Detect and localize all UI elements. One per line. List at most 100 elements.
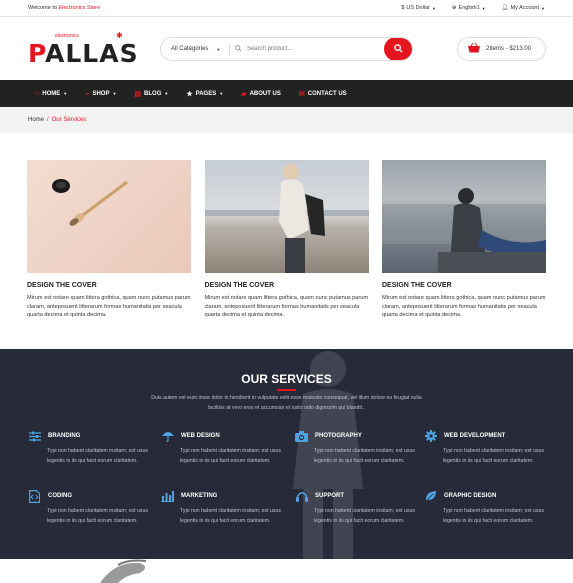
service-title: GRAPHIC DESIGN bbox=[444, 493, 497, 499]
breadcrumb: Home / Our Services bbox=[0, 107, 573, 133]
cart-button[interactable]: 2Items - $213.00 bbox=[457, 37, 546, 61]
nav-item-blog[interactable]: ▤ BLOG ▼ bbox=[134, 90, 168, 98]
welcome-brand: Electronics Store bbox=[58, 5, 101, 11]
card-text: Mirum est notare quam littera gothica, q… bbox=[27, 295, 191, 318]
card-title[interactable]: DESIGN THE COVER bbox=[27, 282, 191, 289]
service-text: Typi non habent claritatem insitam; est … bbox=[443, 508, 544, 524]
account-label: My Account bbox=[510, 5, 540, 11]
search-input[interactable] bbox=[247, 46, 384, 52]
sliders-icon bbox=[27, 429, 42, 443]
service-title: WEB DEVELOPMENT bbox=[444, 433, 506, 439]
book-icon: ▤ bbox=[134, 90, 142, 98]
nav-item-contact[interactable]: ✉ CONTACT US bbox=[299, 90, 347, 98]
breadcrumb-home[interactable]: Home bbox=[28, 117, 44, 123]
nav-label: ABOUT US bbox=[249, 90, 281, 97]
logo-rest: ALLAS bbox=[45, 38, 139, 68]
hand-image bbox=[100, 559, 147, 583]
card-image-city-view[interactable] bbox=[382, 160, 546, 273]
category-select[interactable]: All Categories ▼ bbox=[161, 38, 229, 60]
search-bar: All Categories ▼ bbox=[160, 37, 413, 61]
chevron-down-icon: ▼ bbox=[112, 91, 117, 96]
service-cards: DESIGN THE COVER Mirum est notare quam l… bbox=[27, 160, 546, 320]
nav-label: HOME bbox=[42, 90, 61, 97]
currency-label: US Dollar bbox=[406, 5, 430, 11]
service-text: Typi non habent claritatem insitam; est … bbox=[180, 448, 281, 464]
language-label: English1 bbox=[458, 5, 480, 11]
nav-item-about[interactable]: ▰ ABOUT US bbox=[241, 90, 281, 98]
nav-label: BLOG bbox=[144, 90, 162, 97]
nav-item-shop[interactable]: ◒ SHOP ▼ bbox=[85, 90, 116, 97]
language-dropdown[interactable]: ⊕ English1 ▼ bbox=[452, 5, 486, 11]
logo-p: P bbox=[28, 38, 46, 68]
headset-icon bbox=[294, 489, 309, 503]
currency-dropdown[interactable]: $ US Dollar ▼ bbox=[401, 5, 436, 11]
service-item-marketing: MARKETING Typi non habent claritatem ins… bbox=[160, 489, 285, 526]
breadcrumb-current: Our Services bbox=[51, 117, 87, 123]
chevron-down-icon: ▼ bbox=[481, 5, 486, 11]
chevron-down-icon: ▼ bbox=[541, 5, 545, 11]
chevron-down-icon: ▼ bbox=[216, 46, 221, 52]
card-text: Mirum est notare quam littera gothica, q… bbox=[382, 295, 546, 318]
service-title: SUPPORT bbox=[315, 493, 345, 499]
service-title: MARKETING bbox=[181, 493, 218, 499]
chevron-down-icon: ▼ bbox=[219, 91, 224, 96]
chevron-down-icon: ▼ bbox=[431, 5, 436, 11]
service-text: Typi non habent claritatem insitam; est … bbox=[443, 448, 544, 464]
search-icon bbox=[393, 40, 403, 58]
card-text: Mirum est notare quam littera gothica, q… bbox=[204, 295, 369, 318]
welcome-text: Welcome to Electronics Store bbox=[28, 5, 100, 11]
search-button[interactable] bbox=[384, 38, 412, 60]
service-item-support: SUPPORT Typi non habent claritatem insit… bbox=[294, 489, 419, 526]
breadcrumb-separator: / bbox=[47, 117, 49, 123]
card-title[interactable]: DESIGN THE COVER bbox=[205, 282, 369, 289]
nav-item-pages[interactable]: ★ PAGES ▼ bbox=[186, 90, 223, 98]
service-title: BRANDING bbox=[48, 433, 81, 439]
account-dropdown[interactable]: 👤︎ My Account ▼ bbox=[502, 5, 545, 11]
chat-icon: ▰ bbox=[241, 90, 247, 98]
nav-label: CONTACT US bbox=[307, 90, 347, 97]
section-title: OUR SERVICES bbox=[241, 372, 332, 386]
top-bar: Welcome to Electronics Store $ US Dollar ▼… bbox=[0, 0, 573, 17]
nav-item-home[interactable]: ⌂ HOME ▼ bbox=[35, 90, 67, 97]
code-file-icon bbox=[27, 489, 42, 503]
main-nav: ⌂ HOME ▼ ◒ SHOP ▼ ▤ BLOG ▼ ★ PAGES ▼ ▰ ABOUT US ✉… bbox=[0, 80, 573, 107]
service-text: Typi non habent claritatem insitam; est … bbox=[180, 508, 281, 524]
gear-icon bbox=[423, 429, 438, 443]
bar-chart-icon bbox=[160, 489, 175, 503]
bottom-image-strip bbox=[0, 559, 573, 583]
card: DESIGN THE COVER Mirum est notare quam l… bbox=[382, 160, 546, 320]
chevron-down-icon: ▼ bbox=[164, 91, 169, 96]
section-intro: Duis autem vel eum iriure dolor in hendr… bbox=[151, 395, 422, 411]
card-title[interactable]: DESIGN THE COVER bbox=[382, 282, 546, 289]
leaf-icon bbox=[423, 489, 438, 503]
title-underline bbox=[277, 389, 296, 391]
home-icon: ⌂ bbox=[35, 90, 40, 97]
divider bbox=[229, 43, 230, 55]
service-item-coding: CODING Typi non habent claritatem insita… bbox=[27, 489, 152, 526]
user-icon: 👤︎ bbox=[501, 5, 509, 11]
service-text: Typi non habent claritatem insitam; est … bbox=[314, 508, 415, 524]
service-title: CODING bbox=[48, 493, 72, 499]
mail-icon: ✉ bbox=[298, 90, 305, 98]
logo[interactable]: electronics ✱ PALLAS bbox=[28, 30, 148, 66]
service-item-branding: BRANDING Typi non habent claritatem insi… bbox=[27, 429, 152, 466]
logo-tagline: electronics bbox=[55, 32, 79, 39]
basket-icon: ◒ bbox=[85, 90, 90, 97]
card-image-woman-beach[interactable] bbox=[204, 160, 369, 273]
service-text: Typi non habent claritatem insitam; est … bbox=[314, 448, 415, 464]
card-image-cosmetics[interactable] bbox=[27, 160, 191, 273]
service-title: PHOTOGRAPHY bbox=[315, 433, 362, 439]
nav-label: SHOP bbox=[92, 90, 110, 97]
nav-label: PAGES bbox=[195, 90, 217, 97]
service-item-web-development: WEB DEVELOPMENT Typi non habent claritat… bbox=[423, 429, 548, 466]
card: DESIGN THE COVER Mirum est notare quam l… bbox=[204, 160, 369, 320]
services-section: OUR SERVICES Duis autem vel eum iriure d… bbox=[0, 349, 573, 559]
logo-text: PALLAS bbox=[28, 41, 139, 66]
basket-icon bbox=[468, 42, 480, 55]
chevron-down-icon: ▼ bbox=[63, 91, 68, 96]
logo-star-icon: ✱ bbox=[116, 30, 123, 40]
card: DESIGN THE COVER Mirum est notare quam l… bbox=[27, 160, 191, 320]
category-label: All Categories bbox=[171, 46, 209, 52]
service-item-graphic-design: GRAPHIC DESIGN Typi non habent claritate… bbox=[423, 489, 548, 526]
search-small-icon bbox=[235, 44, 247, 54]
